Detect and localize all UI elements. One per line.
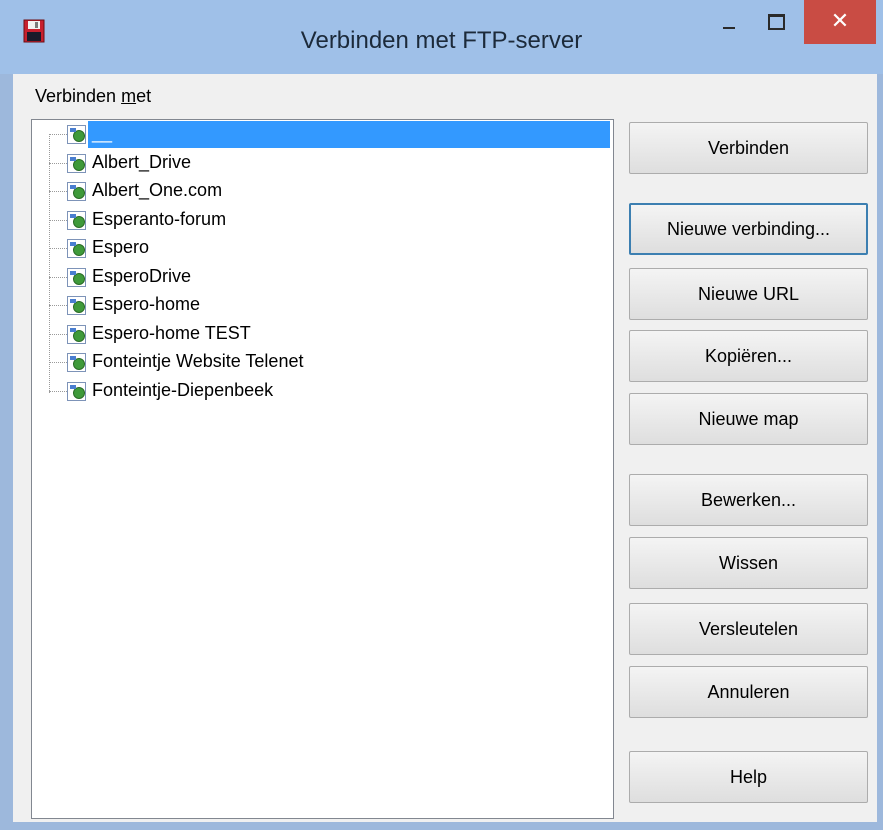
tree-connector-branch bbox=[49, 305, 67, 306]
tree-item[interactable]: Albert_One.com bbox=[32, 178, 613, 205]
tree-item[interactable]: Esperanto-forum bbox=[32, 207, 613, 234]
tree-item-label: Albert_One.com bbox=[92, 180, 223, 200]
cancel-button[interactable]: Annuleren bbox=[629, 666, 868, 718]
tree-item[interactable]: Espero bbox=[32, 235, 613, 262]
ftp-site-icon bbox=[67, 153, 86, 173]
tree-connector-branch bbox=[49, 134, 67, 135]
tree-item-label: Esperanto-forum bbox=[92, 208, 227, 229]
close-button[interactable]: ✕ bbox=[804, 0, 876, 44]
tree-connector-branch bbox=[49, 191, 67, 192]
tree-item[interactable]: EsperoDrive bbox=[32, 264, 613, 291]
new-folder-button[interactable]: Nieuwe map bbox=[629, 393, 868, 445]
tree-item-label: Fonteintje Website Telenet bbox=[92, 351, 304, 371]
tree-item-label: __ bbox=[92, 123, 113, 143]
tree-item-label: Espero bbox=[92, 237, 150, 257]
ftp-site-icon bbox=[67, 353, 86, 372]
tree-item[interactable]: Espero-home bbox=[32, 292, 613, 319]
ftp-connect-dialog: Verbinden met FTP-server ✕ Verbinden met… bbox=[0, 0, 883, 830]
ftp-site-icon bbox=[67, 267, 86, 287]
tree-connector-branch bbox=[49, 333, 67, 335]
tree-connector-branch bbox=[49, 390, 67, 392]
connect-button[interactable]: Verbinden bbox=[629, 122, 868, 174]
edit-button[interactable]: Bewerken... bbox=[629, 474, 868, 526]
tree-connector-branch bbox=[49, 219, 67, 221]
dialog-body: Verbinden met __ Albert_Drive Albert_One.c… bbox=[13, 74, 877, 822]
tree-item-label: Espero-home bbox=[92, 294, 201, 314]
tree-connector-branch bbox=[49, 162, 67, 164]
ftp-site-icon bbox=[67, 324, 86, 344]
connections-label: Verbinden met bbox=[35, 86, 152, 106]
delete-button[interactable]: Wissen bbox=[629, 537, 868, 589]
selection-highlight bbox=[88, 121, 610, 148]
ftp-site-icon bbox=[67, 239, 86, 258]
new-url-button[interactable]: Nieuwe URL bbox=[629, 268, 868, 320]
ftp-site-icon bbox=[67, 182, 86, 201]
copy-button[interactable]: Kopiëren... bbox=[629, 330, 868, 382]
tree-item[interactable]: Fonteintje Website Telenet bbox=[32, 349, 613, 376]
tree-connector-branch bbox=[49, 248, 67, 249]
tree-item[interactable]: Albert_Drive bbox=[32, 150, 613, 177]
tree-item-label: Albert_Drive bbox=[92, 151, 192, 172]
tree-item-label: EsperoDrive bbox=[92, 265, 192, 286]
tree-item-label: Fonteintje-Diepenbeek bbox=[92, 379, 274, 400]
tree-item[interactable]: Fonteintje-Diepenbeek bbox=[32, 378, 613, 405]
ftp-site-icon bbox=[67, 296, 86, 315]
maximize-button[interactable] bbox=[752, 0, 798, 44]
close-icon: ✕ bbox=[830, 8, 850, 33]
tree-item[interactable]: __ bbox=[32, 121, 613, 148]
tree-item-label: Espero-home TEST bbox=[92, 322, 251, 343]
connection-tree[interactable]: __ Albert_Drive Albert_One.com Esperanto-fo… bbox=[31, 119, 614, 819]
title-bar[interactable]: Verbinden met FTP-server ✕ bbox=[0, 0, 883, 74]
tree-item[interactable]: Espero-home TEST bbox=[32, 321, 613, 348]
encrypt-button[interactable]: Versleutelen bbox=[629, 603, 868, 655]
minimize-button[interactable] bbox=[706, 0, 752, 44]
tree-connector-branch bbox=[49, 362, 67, 363]
new-connection-button[interactable]: Nieuwe verbinding... bbox=[629, 203, 868, 255]
help-button[interactable]: Help bbox=[629, 751, 868, 803]
ftp-site-icon bbox=[67, 381, 86, 401]
tree-connector-branch bbox=[49, 276, 67, 278]
ftp-site-icon bbox=[67, 210, 86, 230]
ftp-site-icon bbox=[67, 125, 86, 144]
